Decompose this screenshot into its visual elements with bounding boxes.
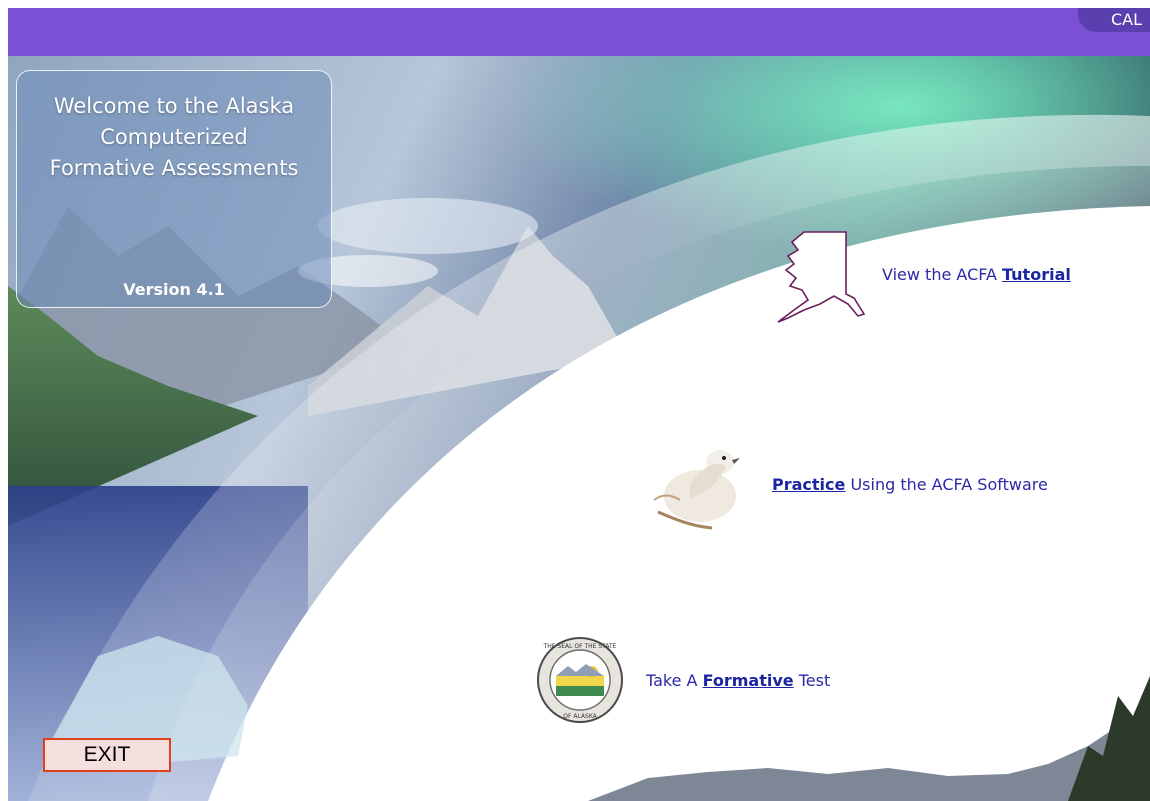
practice-link[interactable]: Practice [772, 475, 845, 494]
ptarmigan-bird-icon [653, 450, 740, 530]
tutorial-label: View the ACFA Tutorial [882, 265, 1071, 284]
tutorial-link[interactable]: Tutorial [1002, 265, 1071, 284]
practice-suffix: Using the ACFA Software [845, 474, 1048, 494]
exit-button[interactable]: EXIT [43, 738, 171, 772]
alaska-map-icon [777, 231, 866, 323]
main-scene: Welcome to the Alaska Computerized Forma… [8, 56, 1150, 801]
formative-label: Take A Formative Test [646, 671, 830, 690]
formative-menu-item[interactable]: THE SEAL OF THE STATE OF ALASKA Take A F… [536, 636, 830, 724]
app-window: CAL Welcome to the Alaska Computerized F… [8, 8, 1150, 801]
formative-prefix: Take A [646, 670, 703, 690]
svg-text:THE SEAL OF THE STATE: THE SEAL OF THE STATE [543, 643, 617, 650]
formative-suffix: Test [793, 670, 831, 690]
welcome-title: Welcome to the Alaska Computerized Forma… [49, 94, 299, 180]
welcome-panel: Welcome to the Alaska Computerized Forma… [16, 70, 332, 308]
practice-menu-item[interactable]: Practice Using the ACFA Software [650, 434, 1048, 534]
tutorial-prefix: View the ACFA [882, 264, 1002, 284]
formative-link[interactable]: Formative [703, 671, 794, 690]
top-banner: CAL [8, 8, 1150, 56]
cal-logo-tab: CAL [1078, 8, 1150, 32]
practice-label: Practice Using the ACFA Software [772, 475, 1048, 494]
svg-text:OF ALASKA: OF ALASKA [563, 713, 597, 720]
tutorial-menu-item[interactable]: View the ACFA Tutorial [774, 224, 1071, 324]
version-label: Version 4.1 [123, 280, 225, 299]
alaska-state-seal-icon: THE SEAL OF THE STATE OF ALASKA [537, 637, 623, 723]
